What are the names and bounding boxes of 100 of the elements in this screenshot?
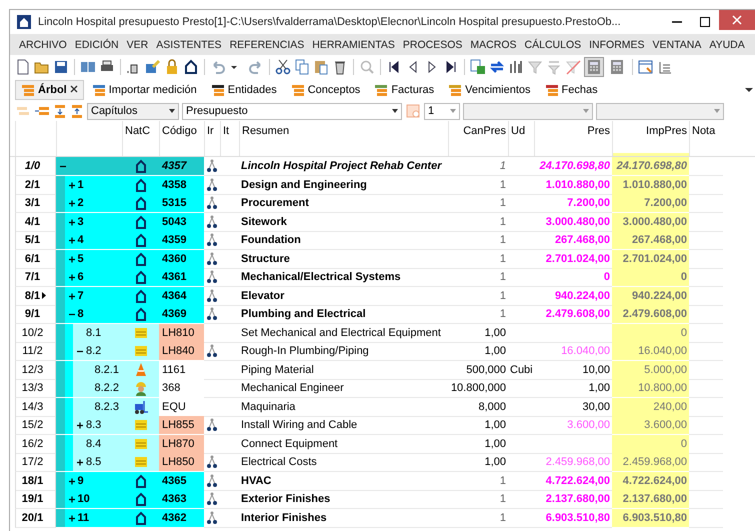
menu-item[interactable]: ASISTENTES bbox=[152, 38, 226, 50]
hierarchy-icon[interactable] bbox=[206, 343, 218, 359]
summary-text: Plumbing and Electrical bbox=[241, 308, 366, 320]
window-icon[interactable] bbox=[638, 59, 654, 75]
amount-text: 0 bbox=[680, 438, 687, 450]
list-icon[interactable] bbox=[657, 59, 673, 75]
move-down-icon[interactable] bbox=[53, 103, 67, 119]
column-header[interactable]: Ud bbox=[508, 121, 534, 156]
column-header[interactable]: Nota bbox=[689, 121, 723, 156]
house-icon bbox=[134, 195, 146, 211]
stacked-bars-icon bbox=[448, 83, 462, 97]
outline-number: 8.2 bbox=[86, 344, 102, 359]
depth-dropdown[interactable]: 1 bbox=[424, 102, 460, 120]
code-cell: LH810 bbox=[159, 324, 204, 342]
maximize-icon[interactable] bbox=[700, 17, 710, 27]
paste-icon[interactable] bbox=[313, 59, 329, 75]
view-dropdown[interactable]: Presupuesto bbox=[182, 102, 402, 120]
hierarchy-icon[interactable] bbox=[206, 510, 218, 526]
quantity-text: 1 bbox=[500, 271, 506, 283]
hierarchy-icon[interactable] bbox=[206, 176, 218, 192]
move-up-icon[interactable] bbox=[70, 103, 84, 119]
price-text: 1.010.880,00 bbox=[546, 178, 610, 190]
hierarchy-icon[interactable] bbox=[206, 306, 218, 322]
tab[interactable]: Facturas bbox=[368, 80, 440, 100]
menu-item[interactable]: HERRAMIENTAS bbox=[308, 38, 399, 50]
menu-item[interactable]: CÁLCULOS bbox=[520, 38, 586, 50]
columns-icon[interactable] bbox=[508, 59, 524, 75]
outline-number: 8.2.3 bbox=[94, 400, 119, 414]
refresh-icon[interactable] bbox=[489, 59, 505, 75]
menu-item[interactable]: MACROS bbox=[466, 38, 521, 50]
lock-icon[interactable] bbox=[164, 59, 180, 75]
hierarchy-icon[interactable] bbox=[206, 232, 218, 248]
menu-item[interactable]: VENTANA bbox=[648, 38, 706, 50]
tab[interactable]: Árbol bbox=[15, 80, 84, 100]
code-cell: 4363 bbox=[159, 490, 204, 509]
hierarchy-icon[interactable] bbox=[206, 491, 218, 507]
save-icon[interactable] bbox=[53, 59, 69, 75]
row-number: 13/3 bbox=[22, 381, 44, 396]
column-header[interactable]: Ir bbox=[204, 121, 220, 156]
summary-text: Connect Equipment bbox=[241, 438, 338, 450]
menu-item[interactable]: EDICIÓN bbox=[70, 38, 123, 50]
calculator-button[interactable] bbox=[584, 57, 604, 77]
stacked-bars-icon bbox=[21, 83, 35, 97]
trash-icon[interactable] bbox=[332, 59, 348, 75]
amount-text: 6.903.510,80 bbox=[622, 512, 687, 524]
tab[interactable]: Importar medición bbox=[86, 80, 203, 100]
calculator-icon bbox=[610, 59, 624, 75]
hierarchy-icon[interactable] bbox=[206, 454, 218, 470]
amount-text: 2.479.608,00 bbox=[622, 308, 687, 320]
hierarchy-icon[interactable] bbox=[206, 269, 218, 285]
close-icon[interactable] bbox=[732, 15, 742, 25]
price-text: 1,00 bbox=[588, 382, 610, 394]
hierarchy-icon[interactable] bbox=[206, 288, 218, 304]
level-dropdown[interactable]: Capítulos bbox=[87, 102, 179, 120]
quantity-text: 1 bbox=[500, 160, 506, 172]
menu-item[interactable]: VER bbox=[122, 38, 152, 50]
cut-icon[interactable] bbox=[275, 59, 291, 75]
house-icon bbox=[134, 472, 146, 488]
hierarchy-icon[interactable] bbox=[206, 214, 218, 230]
new-file-icon[interactable] bbox=[15, 59, 31, 75]
hierarchy-icon[interactable] bbox=[206, 417, 218, 433]
column-header[interactable]: Resumen bbox=[239, 121, 448, 156]
clear-filter-icon[interactable] bbox=[565, 59, 581, 75]
code-cell: LH855 bbox=[159, 416, 204, 435]
row-number: 7/1 bbox=[24, 270, 40, 285]
amount-text: 2.459.968,00 bbox=[622, 456, 687, 468]
tab[interactable]: Entidades bbox=[204, 80, 283, 100]
column-header[interactable]: NatC bbox=[122, 121, 159, 156]
amount-text: 3.000.480,00 bbox=[622, 216, 687, 228]
close-button[interactable] bbox=[719, 10, 755, 30]
hierarchy-icon[interactable] bbox=[206, 472, 218, 488]
book-icon[interactable] bbox=[80, 59, 96, 75]
hierarchy-icon[interactable] bbox=[206, 195, 218, 211]
house-icon bbox=[134, 491, 146, 507]
price-text: 940.224,00 bbox=[554, 290, 610, 302]
menu-item[interactable]: PROCESOS bbox=[398, 38, 466, 50]
menu-item[interactable]: INFORMES bbox=[585, 38, 649, 50]
edit-icon[interactable] bbox=[145, 59, 161, 75]
summary-text: Exterior Finishes bbox=[241, 493, 330, 505]
tab[interactable]: Fechas bbox=[538, 80, 604, 100]
column-header[interactable]: It bbox=[220, 121, 239, 156]
outline-number: 3 bbox=[78, 214, 84, 230]
menu-item[interactable]: REFERENCIAS bbox=[226, 38, 308, 50]
menu-item[interactable]: AYUDA bbox=[705, 38, 749, 50]
copy-icon[interactable] bbox=[294, 59, 310, 75]
hierarchy-icon[interactable] bbox=[206, 158, 218, 174]
tab[interactable]: Conceptos bbox=[284, 80, 366, 100]
tab[interactable]: Vencimientos bbox=[442, 80, 537, 100]
quantity-text: 1 bbox=[500, 493, 506, 505]
menu-item[interactable]: ARCHIVO bbox=[15, 38, 71, 50]
column-header[interactable]: Código bbox=[159, 121, 204, 156]
amount-text: 5.000,00 bbox=[644, 364, 687, 376]
hierarchy-icon[interactable] bbox=[206, 250, 218, 266]
column-header[interactable]: CanPres bbox=[448, 121, 508, 156]
caret-icon[interactable] bbox=[392, 109, 398, 113]
column-header[interactable]: ImpPres bbox=[612, 121, 689, 156]
house-icon[interactable] bbox=[183, 59, 199, 75]
caret-icon[interactable] bbox=[169, 109, 175, 113]
tree-level-stripe bbox=[56, 231, 64, 249]
export-icon[interactable] bbox=[470, 59, 486, 75]
